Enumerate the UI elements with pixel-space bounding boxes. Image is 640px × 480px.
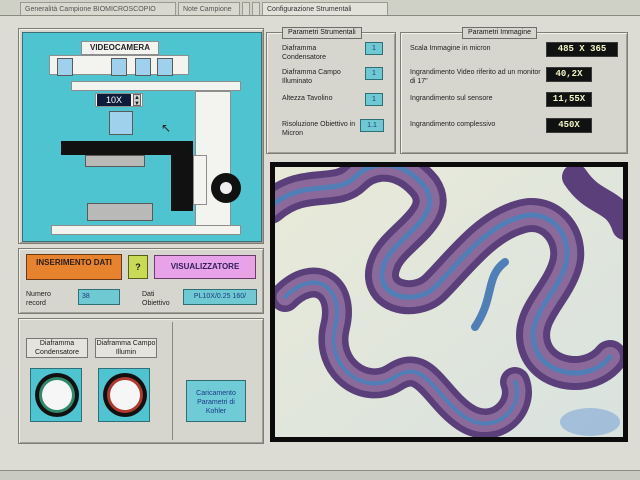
eyepiece-icon[interactable] [135,58,151,76]
parametri-strumentali-title: Parametri Strumentali [282,27,362,39]
light-source [87,203,153,221]
camera-title: VIDEOCAMERA [89,43,150,52]
diaframma-condensatore-label: Diaframma Condensatore [26,338,88,358]
value-scala-immagine: 485 X 365 [546,42,618,57]
status-bar [0,470,640,480]
help-button[interactable]: ? [128,255,148,279]
label-diaframma-condensatore: Diaframma Condensatore [282,45,326,61]
input-diaframma-campo[interactable]: 1 [365,67,383,80]
dati-obiettivo-label: Dati Obiettivo [142,291,170,307]
value-ingrandimento-video: 40,2X [546,67,592,82]
value-ingrandimento-sensore: 11,55X [546,92,592,107]
input-risoluzione-obiettivo[interactable]: 1.1 [360,119,384,132]
condensatore-aperture [42,380,72,410]
stage-support [171,141,193,211]
value-ingrandimento-complessivo: 450X [546,118,592,133]
objective-zoom[interactable]: 10X [97,94,131,106]
focus-knob-column [193,155,207,205]
parametri-immagine-title: Parametri Immagine [462,27,538,39]
input-diaframma-condensatore[interactable]: 1 [365,42,383,55]
inserimento-dati-button[interactable]: INSERIMENTO DATI [26,254,122,280]
tab-note-campione[interactable]: Note Campione [178,2,240,15]
divider [172,322,173,440]
label-scala-immagine: Scala Immagine in micron [410,45,491,52]
visualizzatore-button[interactable]: VISUALIZZATORE [154,255,256,279]
campo-diaphragm-box[interactable] [98,368,150,422]
condenser [85,155,145,167]
tab-generalita[interactable]: Generalità Campione BIOMICROSCOPIO [20,2,176,15]
tab-separator [252,2,260,15]
tab-separator [242,2,250,15]
campo-aperture [110,380,140,410]
specimen-image [253,147,638,439]
label-ingrandimento-video: Ingrandimento Video riferito ad un monit… [410,69,541,85]
diaframma-campo-label: Diaframma Campo Illumin [95,338,157,358]
condensatore-diaphragm-box[interactable] [30,368,82,422]
input-altezza-tavolino[interactable]: 1 [365,93,383,106]
mouse-cursor-icon: ↖ [161,121,172,135]
microscope-diagram: VIDEOCAMERA 10X ▲ ▼ ↖ [22,32,262,242]
zoom-spinner[interactable]: ▲ ▼ [133,94,141,107]
label-ingrandimento-complessivo: Ingrandimento complessivo [410,121,496,128]
label-ingrandimento-sensore: Ingrandimento sul sensore [410,95,493,102]
specimen-image-frame [253,147,638,442]
tab-configurazione[interactable]: Configurazione Strumentali [262,2,388,15]
numero-record-field[interactable]: 38 [78,289,120,305]
caricamento-kohler-button[interactable]: Caricamento Parametri di Kohler [186,380,246,422]
dati-obiettivo-field[interactable]: PL10X/0.25 160/ [183,289,257,305]
numero-record-label: Numero record [26,291,51,307]
tab-bar: Generalità Campione BIOMICROSCOPIO Note … [0,0,640,16]
focus-knob-center [220,182,232,194]
microscope-arm [71,81,241,91]
eyepiece-icon[interactable] [57,58,73,76]
microscope-base [51,225,241,235]
objective-lens-icon [109,111,133,135]
label-risoluzione-obiettivo: Risoluzione Obiettivo in Micron [282,121,356,137]
label-diaframma-campo: Diaframma Campo Illuminato [282,69,341,85]
eyepiece-icon[interactable] [111,58,127,76]
label-altezza-tavolino: Altezza Tavolino [282,95,333,102]
eyepiece-icon[interactable] [157,58,173,76]
